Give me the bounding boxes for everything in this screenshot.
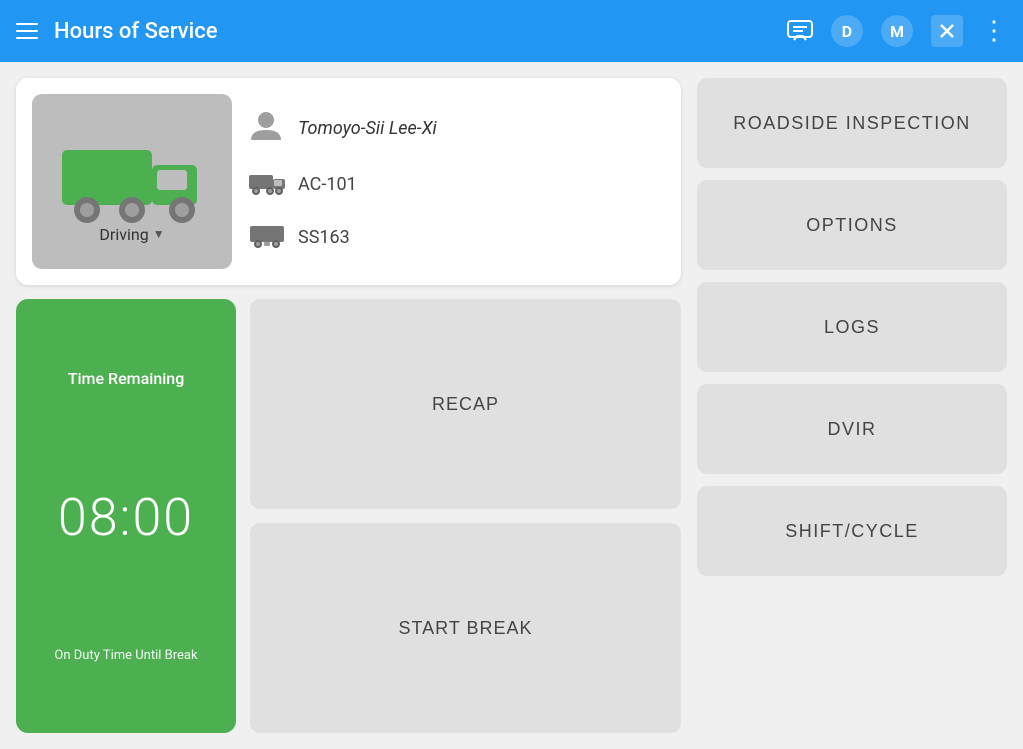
logs-button[interactable]: LOGS (697, 282, 1007, 372)
truck-icon-box: Driving ▼ (32, 94, 232, 269)
roadside-inspection-button[interactable]: ROADSIDE INSPECTION (697, 78, 1007, 168)
driver-card: Driving ▼ Tomoyo-Sii Lee-Xi (16, 78, 681, 285)
recap-button[interactable]: RECAP (250, 299, 681, 509)
driver-name-row: Tomoyo-Sii Lee-Xi (248, 108, 665, 149)
vehicle-icon (248, 167, 284, 202)
vehicle-id: AC-101 (298, 174, 357, 195)
options-button[interactable]: OPTIONS (697, 180, 1007, 270)
more-menu-icon[interactable]: ⋮ (981, 16, 1007, 46)
driving-status-label: Driving (99, 225, 148, 244)
message-icon[interactable] (787, 20, 813, 42)
time-subtitle: On Duty Time Until Break (54, 648, 197, 663)
hamburger-menu[interactable] (16, 23, 38, 39)
trailer-icon (248, 220, 284, 255)
shift-cycle-button[interactable]: SHIFT/CYCLE (697, 486, 1007, 576)
topbar: Hours of Service D M ⋮ (0, 0, 1023, 62)
start-break-button[interactable]: START BREAK (250, 523, 681, 733)
driver-name: Tomoyo-Sii Lee-Xi (298, 118, 437, 139)
right-panel: ROADSIDE INSPECTION OPTIONS LOGS DVIR SH… (697, 78, 1007, 733)
time-remaining-card: Time Remaining 08:00 On Duty Time Until … (16, 299, 236, 733)
d-avatar[interactable]: D (831, 15, 863, 47)
truck-icon (57, 120, 207, 225)
time-remaining-label: Time Remaining (68, 369, 185, 388)
dvir-button[interactable]: DVIR (697, 384, 1007, 474)
status-chevron-icon: ▼ (153, 227, 165, 241)
status-selector[interactable]: Driving ▼ (99, 225, 164, 244)
vehicle-row: AC-101 (248, 167, 665, 202)
person-icon (248, 108, 284, 149)
m-avatar[interactable]: M (881, 15, 913, 47)
x-button[interactable] (931, 15, 963, 47)
trailer-id: SS163 (298, 227, 350, 248)
driver-info: Tomoyo-Sii Lee-Xi (248, 108, 665, 255)
action-buttons: RECAP START BREAK (250, 299, 681, 733)
app-title: Hours of Service (54, 19, 217, 44)
bottom-row: Time Remaining 08:00 On Duty Time Until … (16, 299, 681, 733)
left-panel: Driving ▼ Tomoyo-Sii Lee-Xi (16, 78, 681, 733)
trailer-row: SS163 (248, 220, 665, 255)
time-value: 08:00 (58, 487, 194, 548)
